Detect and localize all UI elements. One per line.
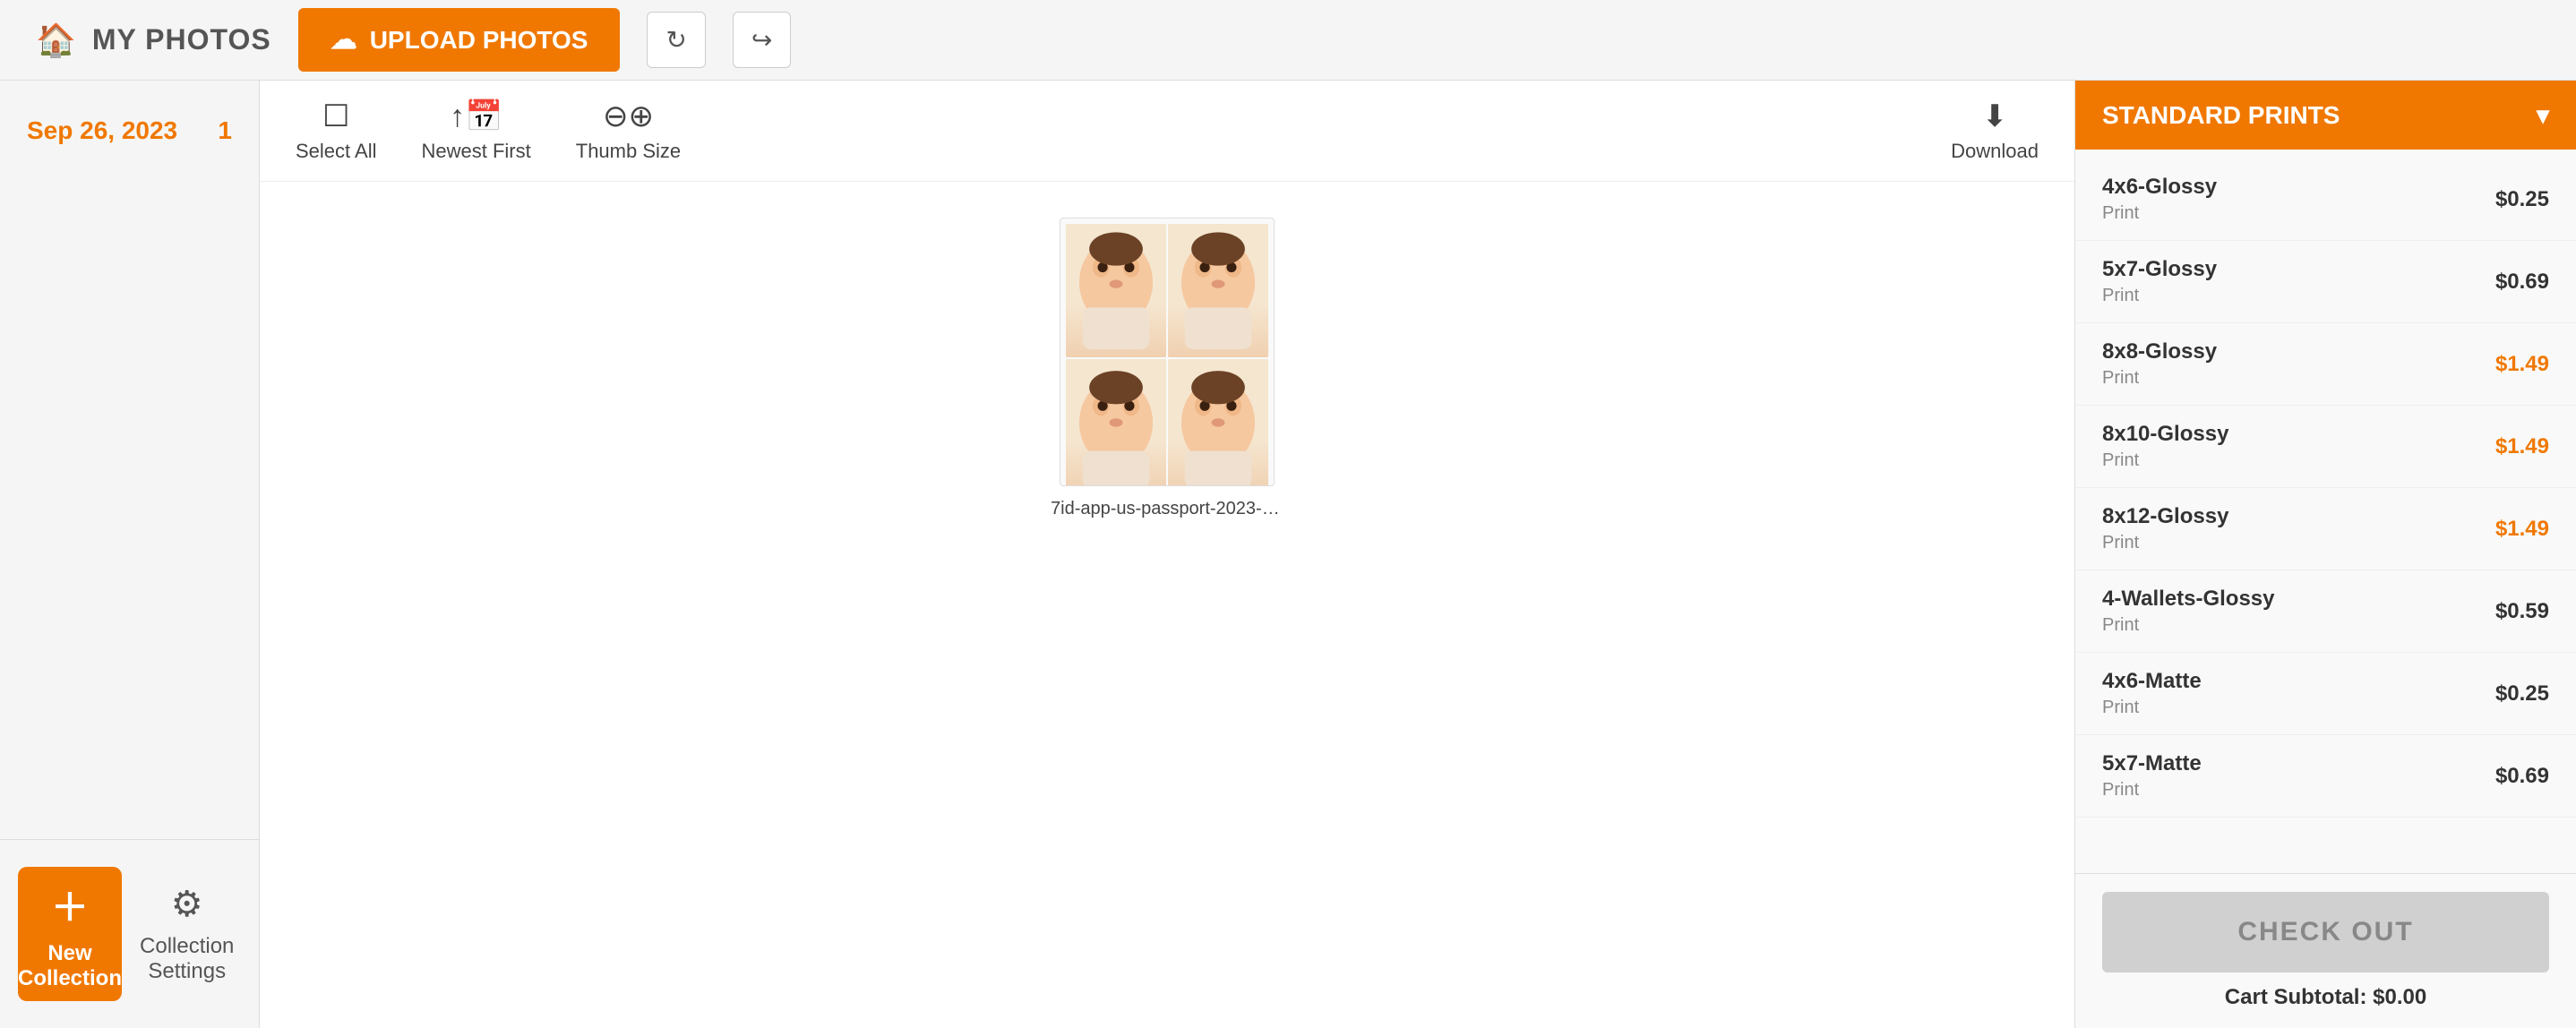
standard-prints-dropdown[interactable]: STANDARD PRINTS ▾ xyxy=(2075,81,2576,150)
print-info: 8x8-Glossy Print xyxy=(2102,339,2217,389)
print-name: 4x6-Glossy xyxy=(2102,175,2217,200)
baby-face-4 xyxy=(1168,359,1268,486)
print-item[interactable]: 5x7-Matte Print $0.69 xyxy=(2075,735,2576,818)
date-label: Sep 26, 2023 xyxy=(27,116,177,145)
new-collection-label: NewCollection xyxy=(18,941,122,991)
photo-cell-2 xyxy=(1168,224,1268,357)
print-name: 4-Wallets-Glossy xyxy=(2102,587,2275,612)
gear-icon: ⚙ xyxy=(171,884,203,925)
thumb-size-icon: ⊖⊕ xyxy=(603,99,654,134)
print-price: $0.25 xyxy=(2495,681,2549,707)
share-icon: ↪ xyxy=(751,26,772,54)
thumb-size-button[interactable]: ⊖⊕ Thumb Size xyxy=(576,99,681,163)
print-type: Print xyxy=(2102,533,2228,553)
print-price: $0.69 xyxy=(2495,270,2549,295)
print-name: 8x12-Glossy xyxy=(2102,504,2228,529)
refresh-icon: ↻ xyxy=(665,26,686,54)
sort-icon: ↑📅 xyxy=(450,99,502,134)
photo-area: 7ID https://7idapp.com xyxy=(260,182,2074,1028)
baby-face-3 xyxy=(1066,359,1166,486)
newest-first-button[interactable]: ↑📅 Newest First xyxy=(422,99,531,163)
checkout-section: CHECK OUT Cart Subtotal: $0.00 xyxy=(2075,873,2576,1028)
date-section: Sep 26, 2023 1 xyxy=(0,107,259,154)
photo-count: 1 xyxy=(218,116,232,145)
cart-subtotal: Cart Subtotal: $0.00 xyxy=(2102,985,2549,1010)
print-info: 4-Wallets-Glossy Print xyxy=(2102,587,2275,636)
main-layout: Sep 26, 2023 1 ＋ NewCollection ⚙ Collect… xyxy=(0,81,2576,1028)
download-button[interactable]: ⬇ Download xyxy=(1951,99,2039,163)
photos-icon: 🏠 xyxy=(36,21,76,59)
toolbar: ☐ Select All ↑📅 Newest First ⊖⊕ Thumb Si… xyxy=(260,81,2074,182)
baby-face-1 xyxy=(1066,224,1166,357)
collection-settings-button[interactable]: ⚙ Collection Settings xyxy=(122,875,252,993)
standard-prints-label: STANDARD PRINTS xyxy=(2102,101,2340,130)
collection-settings-label: Collection Settings xyxy=(140,934,234,984)
checkbox-icon: ☐ xyxy=(322,99,349,134)
chevron-down-icon: ▾ xyxy=(2537,100,2549,130)
photo-grid xyxy=(1060,218,1274,486)
print-price: $0.59 xyxy=(2495,599,2549,624)
print-name: 8x10-Glossy xyxy=(2102,422,2228,447)
prints-list: 4x6-Glossy Print $0.25 5x7-Glossy Print … xyxy=(2075,150,2576,873)
print-type: Print xyxy=(2102,698,2202,718)
print-price: $1.49 xyxy=(2495,434,2549,459)
print-price: $1.49 xyxy=(2495,517,2549,542)
print-info: 5x7-Glossy Print xyxy=(2102,257,2217,306)
thumb-size-label: Thumb Size xyxy=(576,140,681,163)
select-all-label: Select All xyxy=(296,140,377,163)
print-item[interactable]: 8x12-Glossy Print $1.49 xyxy=(2075,488,2576,570)
print-price: $1.49 xyxy=(2495,352,2549,377)
print-type: Print xyxy=(2102,615,2275,636)
print-name: 8x8-Glossy xyxy=(2102,339,2217,364)
sidebar-bottom: ＋ NewCollection ⚙ Collection Settings xyxy=(0,839,259,1028)
photo-cell-4 xyxy=(1168,359,1268,486)
upload-photos-label: UPLOAD PHOTOS xyxy=(370,26,588,55)
photo-cell-1 xyxy=(1066,224,1166,357)
print-type: Print xyxy=(2102,203,2217,224)
print-item[interactable]: 4x6-Matte Print $0.25 xyxy=(2075,653,2576,735)
photo-filename: 7id-app-us-passport-2023-09... xyxy=(1051,499,1284,519)
print-info: 4x6-Matte Print xyxy=(2102,669,2202,718)
print-info: 8x12-Glossy Print xyxy=(2102,504,2228,553)
photo-thumb-container: 7ID https://7idapp.com xyxy=(1051,218,1284,519)
print-price: $0.69 xyxy=(2495,764,2549,789)
app-header: 🏠 MY PHOTOS ☁ UPLOAD PHOTOS ↻ ↪ xyxy=(0,0,2576,81)
baby-face-2 xyxy=(1168,224,1268,357)
print-name: 5x7-Glossy xyxy=(2102,257,2217,282)
print-item[interactable]: 8x8-Glossy Print $1.49 xyxy=(2075,323,2576,406)
checkout-button[interactable]: CHECK OUT xyxy=(2102,892,2549,972)
print-price: $0.25 xyxy=(2495,187,2549,212)
upload-photos-button[interactable]: ☁ UPLOAD PHOTOS xyxy=(298,8,621,72)
download-icon: ⬇ xyxy=(1982,99,2008,134)
photo-thumbnail[interactable]: 7ID https://7idapp.com xyxy=(1060,218,1275,486)
plus-icon: ＋ xyxy=(51,878,89,932)
refresh-button[interactable]: ↻ xyxy=(647,12,705,68)
print-item[interactable]: 4x6-Glossy Print $0.25 xyxy=(2075,158,2576,241)
print-type: Print xyxy=(2102,450,2228,471)
right-sidebar: STANDARD PRINTS ▾ 4x6-Glossy Print $0.25… xyxy=(2074,81,2576,1028)
share-button[interactable]: ↪ xyxy=(733,12,791,68)
print-info: 8x10-Glossy Print xyxy=(2102,422,2228,471)
print-name: 5x7-Matte xyxy=(2102,751,2202,776)
print-type: Print xyxy=(2102,780,2202,801)
print-item[interactable]: 5x7-Glossy Print $0.69 xyxy=(2075,241,2576,323)
print-info: 5x7-Matte Print xyxy=(2102,751,2202,801)
print-info: 4x6-Glossy Print xyxy=(2102,175,2217,224)
print-type: Print xyxy=(2102,286,2217,306)
print-name: 4x6-Matte xyxy=(2102,669,2202,694)
newest-first-label: Newest First xyxy=(422,140,531,163)
my-photos-label: MY PHOTOS xyxy=(92,23,271,56)
select-all-button[interactable]: ☐ Select All xyxy=(296,99,377,163)
upload-icon: ☁ xyxy=(331,24,357,56)
my-photos-section: 🏠 MY PHOTOS xyxy=(36,21,271,59)
print-type: Print xyxy=(2102,368,2217,389)
print-item[interactable]: 8x10-Glossy Print $1.49 xyxy=(2075,406,2576,488)
center-content: ☐ Select All ↑📅 Newest First ⊖⊕ Thumb Si… xyxy=(260,81,2074,1028)
print-item[interactable]: 4-Wallets-Glossy Print $0.59 xyxy=(2075,570,2576,653)
download-label: Download xyxy=(1951,140,2039,163)
left-sidebar: Sep 26, 2023 1 ＋ NewCollection ⚙ Collect… xyxy=(0,81,260,1028)
new-collection-button[interactable]: ＋ NewCollection xyxy=(18,867,122,1001)
photo-cell-3 xyxy=(1066,359,1166,486)
